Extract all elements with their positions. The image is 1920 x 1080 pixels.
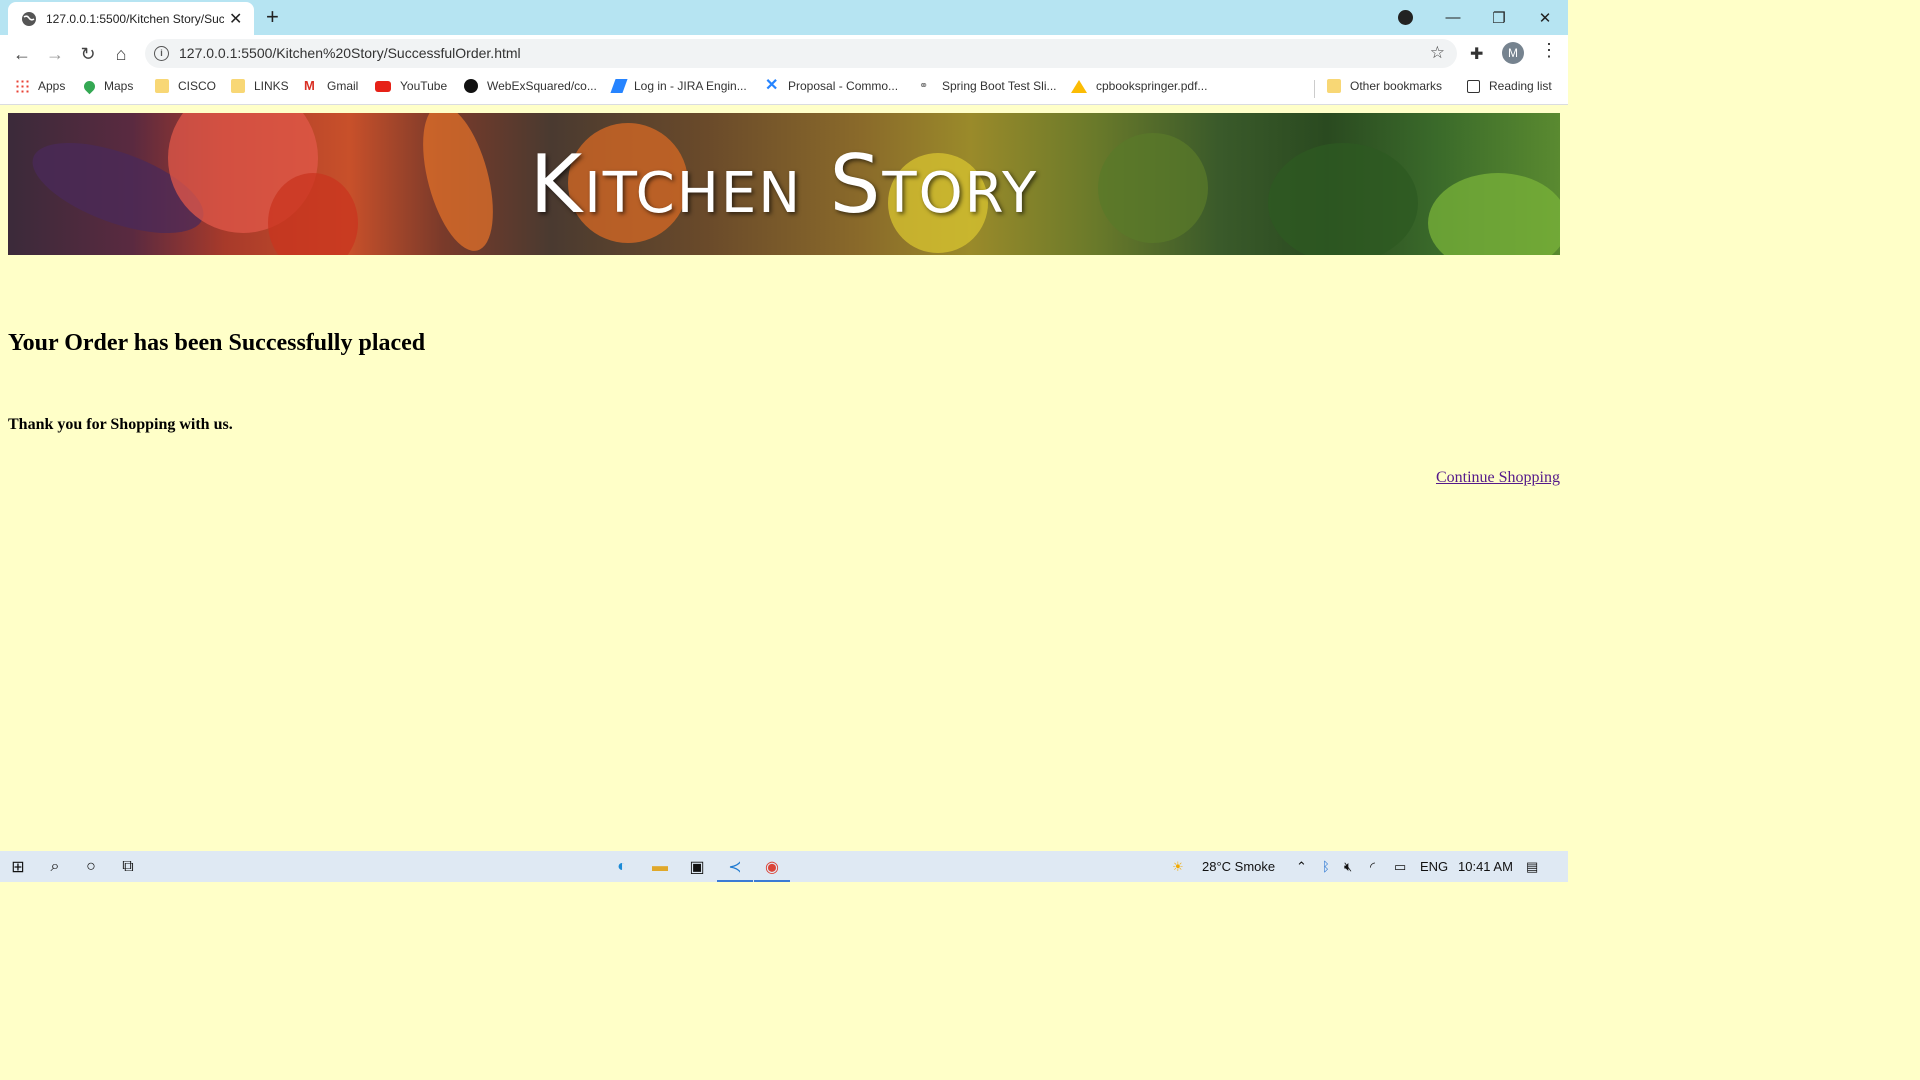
folder-icon	[231, 79, 245, 93]
close-window-button[interactable]: ✕	[1522, 9, 1568, 27]
window-controls: — ❐ ✕	[1430, 0, 1568, 35]
url-text: 127.0.0.1:5500/Kitchen%20Story/Successfu…	[179, 45, 521, 61]
bookmark-separator	[1314, 80, 1315, 98]
site-info-icon[interactable]: i	[154, 46, 169, 61]
browser-tab[interactable]: 127.0.0.1:5500/Kitchen Story/Suc ✕	[8, 2, 254, 35]
extensions-icon[interactable]: ✚	[1470, 44, 1483, 64]
bookmark-webexsquared[interactable]: WebExSquared/co...	[464, 79, 597, 93]
link-icon: ⚭	[919, 80, 929, 92]
address-bar[interactable]: i 127.0.0.1:5500/Kitchen%20Story/Success…	[145, 39, 1457, 68]
language-indicator[interactable]: ENG	[1420, 859, 1448, 874]
vscode-icon[interactable]: ≺	[725, 857, 745, 877]
jira-icon	[610, 79, 628, 93]
forward-button[interactable]: →	[43, 42, 67, 66]
header-banner: Kitchen Story	[8, 113, 1560, 255]
cortana-icon[interactable]: ○	[81, 857, 101, 877]
clock[interactable]: 10:41 AM	[1458, 859, 1513, 874]
edge-icon[interactable]: ◐	[612, 857, 632, 877]
chrome-icon[interactable]: ◉	[762, 857, 782, 877]
bookmarks-bar: Apps Maps CISCO LINKS M Gmail YouTube We…	[0, 72, 1568, 105]
weather-text[interactable]: 28°C Smoke	[1202, 859, 1275, 874]
active-app-indicator	[717, 880, 753, 882]
folder-icon	[1327, 79, 1341, 93]
windows-taskbar: ⊞ ⌕ ○ ⧉ ◐ ▬ ▣ ≺ ◉ ☀ 28°C Smoke ⌃ ᛒ 🔇︎ ◜ …	[0, 851, 1568, 882]
bookmark-proposal[interactable]: ✕ Proposal - Commo...	[765, 77, 898, 94]
bluetooth-icon[interactable]: ᛒ	[1322, 859, 1330, 874]
globe-icon	[22, 11, 36, 26]
bookmark-jira[interactable]: Log in - JIRA Engin...	[610, 79, 747, 93]
site-title: Kitchen Story	[529, 137, 1039, 231]
bookmark-gmail[interactable]: M Gmail	[304, 78, 358, 94]
bookmark-cpbookspringer[interactable]: cpbookspringer.pdf...	[1071, 79, 1207, 93]
reading-list[interactable]: Reading list	[1467, 79, 1552, 93]
thank-you-message: Thank you for Shopping with us.	[8, 416, 233, 433]
volume-muted-icon[interactable]: 🔇︎	[1344, 859, 1352, 875]
youtube-icon	[375, 80, 391, 92]
weather-icon: ☀	[1172, 859, 1184, 874]
minimize-button[interactable]: —	[1430, 9, 1476, 26]
back-button[interactable]: ←	[10, 42, 34, 66]
github-icon	[464, 79, 478, 93]
tab-search-icon[interactable]	[1398, 10, 1413, 25]
bookmark-links[interactable]: LINKS	[231, 79, 289, 93]
bookmark-spring-boot[interactable]: ⚭ Spring Boot Test Sli...	[919, 79, 1057, 93]
browser-menu-icon[interactable]: ⋮	[1540, 40, 1558, 61]
search-icon[interactable]: ⌕	[45, 857, 65, 877]
order-success-heading: Your Order has been Successfully placed	[8, 330, 426, 356]
close-tab-icon[interactable]: ✕	[229, 9, 242, 29]
bookmark-youtube[interactable]: YouTube	[375, 79, 447, 93]
home-button[interactable]: ⌂	[109, 42, 133, 66]
active-app-indicator	[754, 880, 790, 882]
notifications-icon[interactable]: ▤	[1526, 859, 1538, 875]
browser-toolbar: ← → ↻ ⌂ i 127.0.0.1:5500/Kitchen%20Story…	[0, 35, 1568, 72]
wifi-icon[interactable]: ◜	[1370, 859, 1375, 875]
file-explorer-icon[interactable]: ▬	[650, 857, 670, 877]
store-icon[interactable]: ▣	[687, 857, 707, 877]
restore-button[interactable]: ❐	[1476, 9, 1522, 27]
task-view-icon[interactable]: ⧉	[118, 857, 138, 877]
bookmark-star-icon[interactable]: ☆	[1430, 43, 1445, 63]
gmail-icon: M	[304, 78, 315, 93]
apps-grid-icon	[15, 79, 29, 93]
browser-tab-strip: 127.0.0.1:5500/Kitchen Story/Suc ✕ + — ❐…	[0, 0, 1568, 35]
confluence-icon: ✕	[765, 77, 779, 94]
battery-icon[interactable]: ▭	[1394, 859, 1406, 875]
drive-icon	[1071, 79, 1087, 93]
profile-avatar[interactable]: M	[1502, 42, 1524, 64]
bookmark-apps[interactable]: Apps	[15, 79, 65, 93]
bookmark-other[interactable]: Other bookmarks	[1327, 79, 1442, 93]
windows-start-icon[interactable]: ⊞	[8, 857, 28, 877]
maps-pin-icon	[81, 78, 98, 94]
new-tab-button[interactable]: +	[266, 4, 279, 30]
reload-button[interactable]: ↻	[76, 42, 100, 66]
tray-expand-icon[interactable]: ⌃	[1296, 859, 1307, 875]
bookmark-cisco[interactable]: CISCO	[155, 79, 216, 93]
tab-title: 127.0.0.1:5500/Kitchen Story/Suc	[46, 11, 224, 26]
bookmark-maps[interactable]: Maps	[81, 78, 133, 94]
continue-shopping-link[interactable]: Continue Shopping	[1436, 469, 1560, 487]
folder-icon	[155, 79, 169, 93]
reading-list-icon	[1467, 79, 1480, 93]
